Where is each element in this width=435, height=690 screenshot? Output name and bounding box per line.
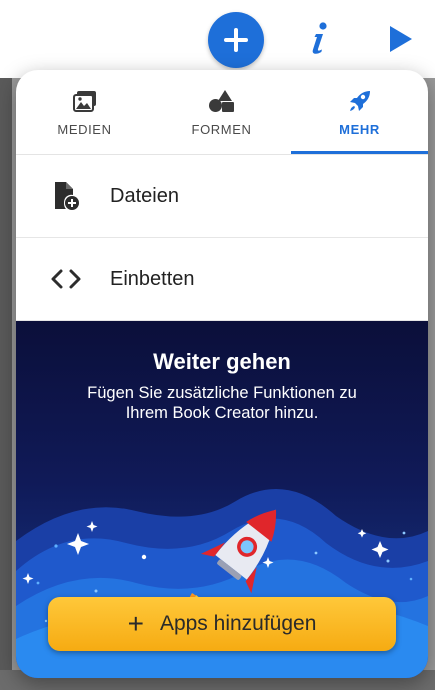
play-icon (390, 26, 412, 52)
tab-more-label: MEHR (339, 122, 380, 137)
tab-shapes-label: FORMEN (191, 122, 252, 137)
shapes-icon (208, 90, 234, 112)
menu-item-files[interactable]: Dateien (16, 155, 428, 238)
tab-bar: MEDIEN FORMEN MEHR (16, 70, 428, 155)
tab-media[interactable]: MEDIEN (16, 70, 153, 155)
menu-item-embed-label: Einbetten (110, 267, 195, 290)
menu-item-files-label: Dateien (110, 184, 179, 207)
add-apps-label: Apps hinzufügen (159, 612, 317, 635)
promo-description: Fügen Sie zusätzliche Funktionen zu Ihre… (87, 384, 357, 422)
menu-item-embed[interactable]: Einbetten (16, 238, 428, 321)
tab-more[interactable]: MEHR (291, 70, 428, 155)
add-button[interactable] (208, 12, 264, 68)
info-button[interactable] (306, 18, 332, 58)
active-tab-indicator (291, 151, 428, 154)
code-icon (51, 269, 81, 289)
info-icon (312, 22, 327, 54)
play-button[interactable] (386, 22, 416, 56)
top-toolbar (0, 0, 435, 78)
insert-popover: MEDIEN FORMEN MEHR Dateien Einbetten Wei… (16, 70, 428, 678)
plus-icon: + (127, 608, 144, 639)
plus-icon (224, 28, 248, 52)
promo-title: Weiter gehen (153, 349, 291, 374)
rocket-icon (349, 91, 370, 111)
left-edge (0, 0, 12, 690)
tab-shapes[interactable]: FORMEN (153, 70, 290, 155)
media-icon (72, 91, 96, 112)
file-add-icon (55, 182, 79, 210)
add-apps-button[interactable]: + Apps hinzufügen (48, 597, 396, 651)
tab-media-label: MEDIEN (57, 122, 112, 137)
